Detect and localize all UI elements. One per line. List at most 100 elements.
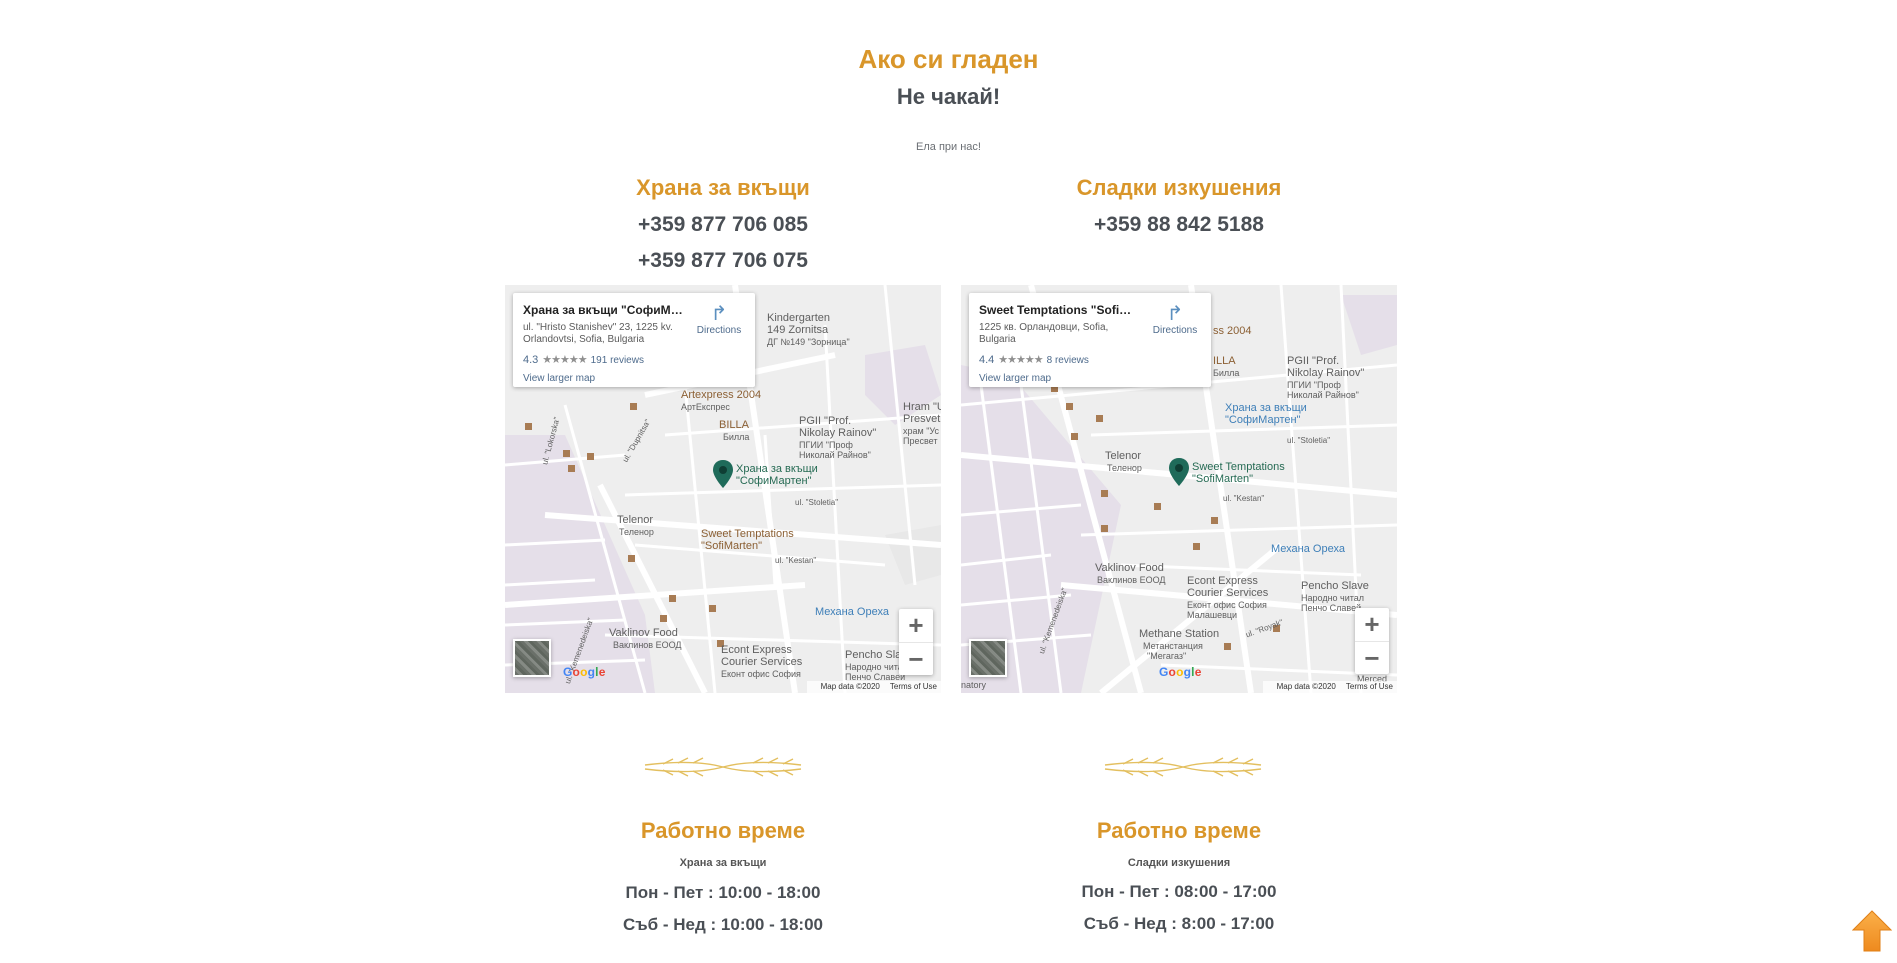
left-phone-2[interactable]: +359 877 706 075 (505, 249, 941, 273)
right-map-rating: 4.4 ★★★★★ 8 reviews (979, 353, 1089, 366)
map-label: Ваклинов ЕООД (1097, 575, 1166, 585)
map-label: Sweet Temptations (701, 528, 794, 540)
map-label: Econt Express (721, 644, 792, 656)
left-hours-title: Работно време (640, 818, 806, 843)
map-street-label: ul. "Stoletia" (1287, 436, 1331, 445)
left-phone-1[interactable]: +359 877 706 085 (505, 213, 941, 237)
left-map-directions-button[interactable]: ↱ Directions (695, 303, 743, 336)
left-map-rating: 4.3 ★★★★★ 191 reviews (523, 353, 644, 366)
right-map-footer: Map data ©2020 Terms of Use (1262, 681, 1397, 693)
right-map-zoom-control: + − (1355, 608, 1389, 674)
left-map-zoom-control: + − (899, 609, 933, 675)
wheat-divider-icon (1104, 757, 1262, 777)
right-phone-1[interactable]: +359 88 842 5188 (961, 213, 1397, 237)
left-map-infocard: Храна за вкъщи "СофиМарт... ul. "Hristo … (513, 293, 755, 387)
right-hours-title: Работно време (1096, 818, 1262, 843)
map-label: Pencho Slave (1301, 580, 1369, 592)
map-label: Artexpress 2004 (681, 389, 762, 401)
zoom-out-button[interactable]: − (1355, 642, 1389, 675)
left-hours-weekdays: Пон - Пет : 10:00 - 18:00 (625, 883, 821, 902)
map-label: Еконт офис София (721, 669, 801, 679)
map-label: Николай Райнов" (799, 450, 871, 460)
map-label: Econt Express (1187, 575, 1258, 587)
map-label: Pencho Sla (845, 649, 902, 661)
right-map-rating-value: 4.4 (979, 354, 995, 366)
left-map-directions-label: Directions (696, 325, 742, 336)
map-label: BILLA (719, 419, 749, 431)
map-label: Telenor (1105, 450, 1142, 462)
map-label: Sweet Temptations (1192, 461, 1285, 473)
map-label: Пенчо Славей (1301, 603, 1362, 613)
google-logo: Google (1159, 665, 1202, 679)
right-map-directions-button[interactable]: ↱ Directions (1151, 303, 1199, 336)
right-hours-weekdays: Пон - Пет : 08:00 - 17:00 (1081, 882, 1277, 901)
map-label: Hram "U (903, 401, 941, 413)
map-label: Vaklinov Food (1095, 562, 1164, 574)
map-label: "Мегагаз" (1147, 651, 1187, 661)
wheat-divider-icon (644, 757, 802, 777)
map-label: Methane Station (1139, 628, 1220, 640)
right-map-infocard: Sweet Temptations "SofiMart... 1225 кв. … (969, 293, 1211, 387)
place-marker-icon[interactable] (1168, 457, 1190, 487)
map-label: Храна за вкъщи (1225, 402, 1307, 414)
satellite-toggle-button[interactable] (513, 639, 551, 677)
zoom-in-button[interactable]: + (1355, 608, 1389, 641)
left-map-rating-value: 4.3 (523, 354, 539, 366)
google-logo: Google (563, 665, 606, 679)
right-map-stars-icon: ★★★★★ (998, 354, 1043, 366)
right-map-address: 1225 кв. Орландовци, Sofia, Bulgaria (979, 322, 1109, 345)
map-data-text: Map data ©2020 (820, 682, 880, 691)
arrow-up-icon (1852, 910, 1892, 952)
map-label: Теленор (1107, 463, 1142, 473)
map-label: Kindergarten (767, 312, 830, 324)
map-label: ILLA (1213, 355, 1236, 367)
map-label: Courier Services (721, 656, 803, 668)
map-label: Пресвет (903, 436, 938, 446)
map-label: Малашевци (1187, 610, 1238, 620)
left-section-title: Храна за вкъщи (636, 175, 810, 200)
right-map-directions-label: Directions (1152, 325, 1198, 336)
left-map[interactable]: Храна за вкъщи "СофиМарт... ul. "Hristo … (505, 285, 941, 693)
map-label: 149 Zornitsa (767, 324, 829, 336)
map-street-label: ul. "Kestan" (775, 556, 817, 565)
map-label: Механа Ореха (1271, 543, 1345, 555)
scroll-to-top-button[interactable] (1852, 910, 1892, 952)
right-section-title: Сладки изкушения (1076, 175, 1282, 200)
left-map-stars-icon: ★★★★★ (542, 354, 587, 366)
map-label: ss 2004 (1213, 325, 1252, 337)
map-label: Vaklinov Food (609, 627, 678, 639)
map-label: Nikolay Rainov" (799, 427, 877, 439)
map-data-text: Map data ©2020 (1276, 682, 1336, 691)
left-map-place-title: Храна за вкъщи "СофиМарт... (523, 303, 683, 317)
map-label: Ваклинов ЕООД (613, 640, 682, 650)
terms-link[interactable]: Terms of Use (890, 682, 937, 691)
map-label: Presvet (903, 413, 941, 425)
right-map[interactable]: Sweet Temptations "SofiMart... 1225 кв. … (961, 285, 1397, 693)
map-label: Храна за вкъщи (736, 463, 818, 475)
map-label: "СофиМартен" (736, 475, 812, 487)
directions-icon: ↱ (710, 303, 728, 325)
terms-link[interactable]: Terms of Use (1346, 682, 1393, 691)
zoom-out-button[interactable]: − (899, 643, 933, 676)
page-note: Ела при нас! (916, 141, 981, 153)
page-title: Ако си гладен (858, 44, 1039, 74)
place-marker-icon[interactable] (712, 459, 734, 489)
satellite-toggle-button[interactable] (969, 639, 1007, 677)
left-map-footer: Map data ©2020 Terms of Use (806, 681, 941, 693)
right-map-view-larger-link[interactable]: View larger map (979, 373, 1051, 384)
map-label: "SofiMarten" (1192, 473, 1253, 485)
zoom-in-button[interactable]: + (899, 609, 933, 642)
map-label: Билла (1213, 368, 1240, 378)
left-map-reviews-link[interactable]: 191 reviews (591, 355, 644, 366)
map-label: "СофиМартен" (1225, 414, 1301, 426)
map-label: "SofiMarten" (701, 540, 762, 552)
directions-icon: ↱ (1166, 303, 1184, 325)
right-map-place-title: Sweet Temptations "SofiMart... (979, 303, 1139, 317)
map-label: Nikolay Rainov" (1287, 367, 1365, 379)
page-subtitle: Не чакай! (896, 84, 1001, 109)
right-hours-subtitle: Сладки изкушения (1127, 857, 1231, 869)
left-hours-subtitle: Храна за вкъщи (679, 857, 767, 869)
left-map-address: ul. "Hristo Stanishev" 23, 1225 kv. Orla… (523, 322, 673, 345)
right-map-reviews-link[interactable]: 8 reviews (1047, 355, 1089, 366)
left-map-view-larger-link[interactable]: View larger map (523, 373, 595, 384)
